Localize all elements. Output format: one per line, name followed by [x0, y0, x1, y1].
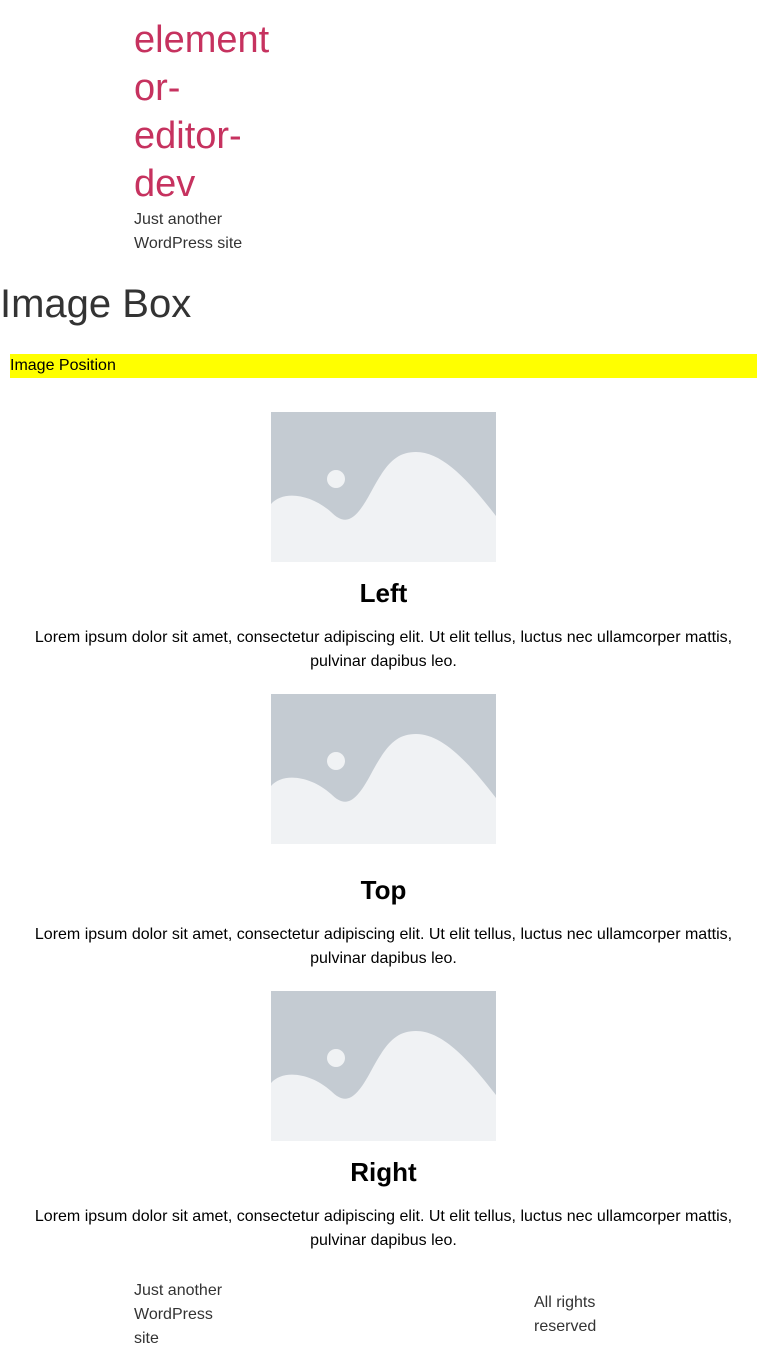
image-placeholder-graphic: [271, 991, 496, 1141]
image-box-description-right: Lorem ipsum dolor sit amet, consectetur …: [34, 1208, 733, 1249]
image-placeholder-graphic: [271, 694, 496, 844]
image-box-title-left: Left: [359, 578, 408, 608]
site-title-link[interactable]: element or-editor-dev: [134, 19, 269, 205]
image-placeholder-icon: [271, 991, 496, 1141]
image-placeholder-graphic: [271, 412, 496, 562]
footer-rights: All rights reserved: [534, 1294, 597, 1335]
image-placeholder-icon: [271, 412, 496, 562]
image-box-description-left: Lorem ipsum dolor sit amet, consectetur …: [34, 629, 733, 670]
site-tagline: Just another WordPress site: [134, 211, 243, 252]
image-placeholder-icon: [271, 694, 496, 844]
image-box-title-right: Right: [350, 1157, 417, 1187]
footer-tagline: Just another WordPress site: [134, 1282, 223, 1347]
section-label-image-position: Image Position: [10, 354, 757, 378]
image-box-description-top: Lorem ipsum dolor sit amet, consectetur …: [34, 926, 733, 967]
page-title: Image Box: [0, 282, 192, 326]
site-title[interactable]: element or-editor-dev: [134, 16, 284, 208]
image-box-title-top: Top: [360, 875, 407, 905]
